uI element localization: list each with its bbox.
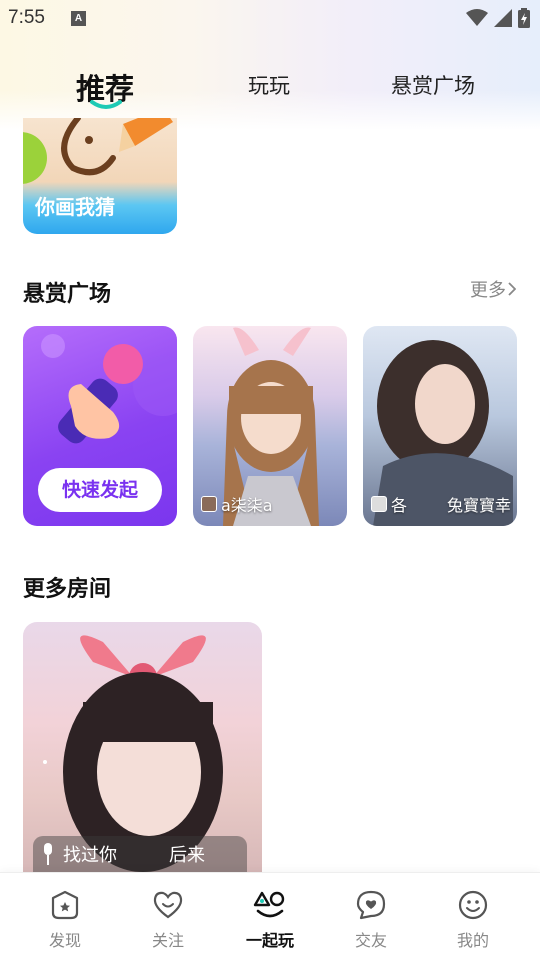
card-caption: a柒柒a [201, 492, 273, 516]
card-caption-text: a柒柒a [221, 496, 273, 515]
nav-make-friends[interactable]: 交友 [331, 889, 411, 951]
tab-bounty-square[interactable]: 悬赏广场 [391, 70, 475, 100]
bounty-card-girl[interactable]: 各 兔寶寶幸 [363, 326, 517, 526]
game-card-draw-guess[interactable]: 你画我猜 [23, 118, 177, 234]
notification-icon: A [71, 11, 86, 26]
room-caption-right: 后来 [169, 845, 205, 866]
section-title-bounty: 悬赏广场 [23, 282, 112, 307]
section-title-rooms: 更多房间 [23, 577, 112, 602]
card-caption: 各 兔寶寶幸 [371, 492, 511, 516]
nav-follow[interactable]: 关注 [128, 889, 208, 951]
avatar [201, 496, 217, 512]
signal-icon [494, 9, 512, 27]
wifi-icon [466, 9, 488, 26]
microphone-icon [44, 843, 52, 865]
nav-mine[interactable]: 我的 [433, 889, 513, 951]
caption-left: 各 [371, 492, 407, 516]
chat-heart-icon [356, 890, 386, 920]
smile-face-icon [458, 890, 488, 920]
quick-start-card[interactable]: 快速发起 [23, 326, 177, 526]
heart-icon [153, 891, 183, 919]
play-together-icon [253, 891, 285, 918]
more-link[interactable]: 更多 [470, 276, 516, 302]
tab-active-indicator [90, 100, 122, 109]
status-bar: 7:55 A [0, 0, 540, 36]
card-caption-text: 各 [391, 496, 408, 515]
nav-label: 发现 [48, 931, 81, 950]
discover-icon [51, 890, 79, 920]
status-icons [466, 8, 530, 28]
room-host-image [43, 635, 223, 872]
tab-play[interactable]: 玩玩 [248, 70, 290, 100]
battery-icon [518, 8, 530, 28]
bottom-nav: 发现 关注 一起玩 交友 我的 [0, 872, 540, 960]
status-time: 7:55 [8, 7, 45, 28]
nav-play-together[interactable]: 一起玩 [230, 889, 310, 951]
game-card-label: 你画我猜 [35, 195, 115, 219]
quick-start-button[interactable]: 快速发起 [38, 468, 162, 512]
nav-discover[interactable]: 发现 [25, 889, 105, 951]
microphone-hand-illustration [41, 334, 177, 444]
more-label: 更多 [470, 280, 506, 301]
card-caption-right: 兔寶寶幸 [446, 496, 511, 515]
nav-label: 交友 [354, 931, 387, 950]
chevron-right-icon [508, 282, 516, 296]
room-caption: 找过你 后来 [33, 836, 247, 872]
nav-label: 关注 [151, 931, 184, 950]
room-card[interactable]: 找过你 后来 [23, 622, 262, 872]
room-caption-left: 找过你 [63, 845, 117, 866]
nav-label: 一起玩 [245, 931, 294, 950]
bounty-card-anime[interactable]: a柒柒a [193, 326, 347, 526]
nav-label: 我的 [456, 931, 489, 950]
avatar [371, 496, 387, 512]
